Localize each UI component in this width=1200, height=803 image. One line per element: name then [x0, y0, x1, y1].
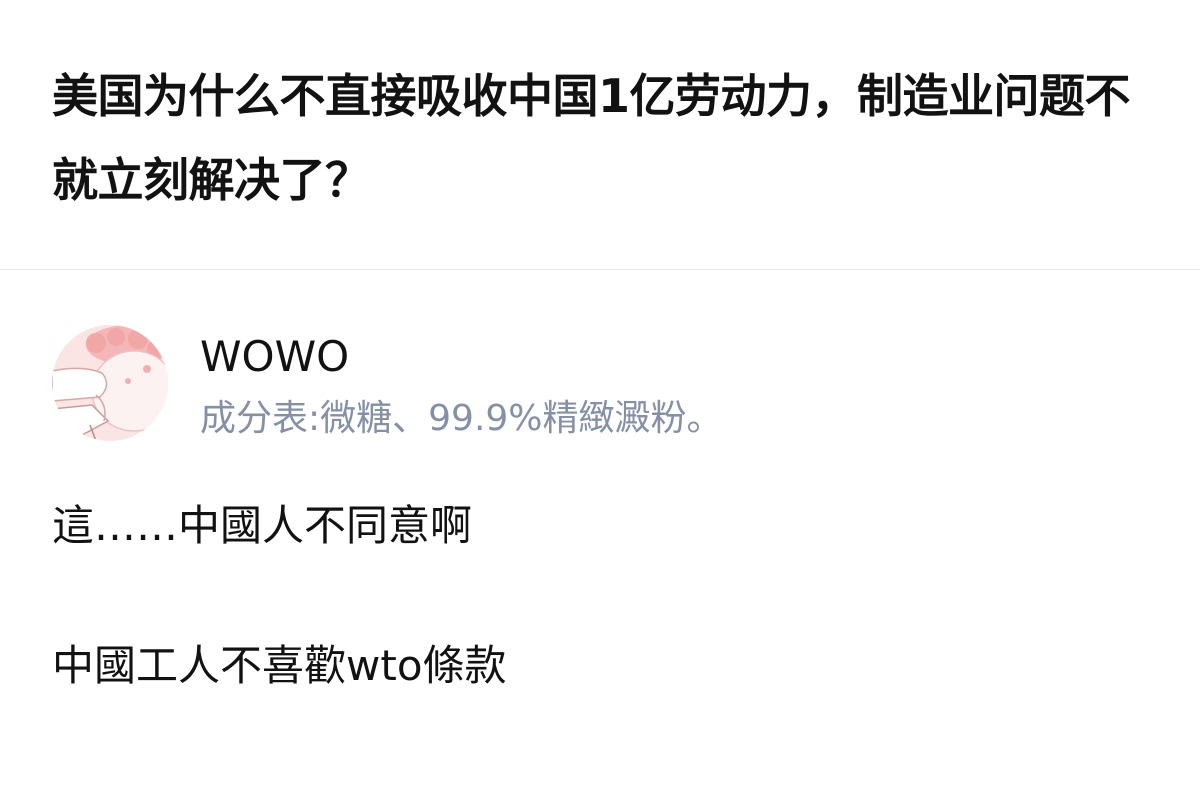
answer-paragraph: 中國工人不喜歡wto條款: [52, 641, 507, 690]
answer-content: 這……中國人不同意啊 中國工人不喜歡wto條款: [52, 496, 1152, 696]
answer-paragraph: 這……中國人不同意啊: [52, 501, 473, 550]
question-header: 美国为什么不直接吸收中国1亿劳动力，制造业问题不就立刻解决了？: [52, 54, 1152, 222]
question-title[interactable]: 美国为什么不直接吸收中国1亿劳动力，制造业问题不就立刻解决了？: [52, 54, 1152, 222]
author-name[interactable]: WOWO: [200, 329, 349, 385]
cartoon-avatar-icon: [52, 325, 168, 441]
author-headline: 成分表:微糖、99.9%精緻澱粉。: [200, 398, 723, 439]
author-info: WOWO 成分表:微糖、99.9%精緻澱粉。: [52, 325, 1152, 443]
divider: [0, 269, 1200, 270]
avatar[interactable]: [52, 325, 168, 441]
answer-page: 美国为什么不直接吸收中国1亿劳动力，制造业问题不就立刻解决了？ WOWO 成分表: [0, 0, 1200, 803]
